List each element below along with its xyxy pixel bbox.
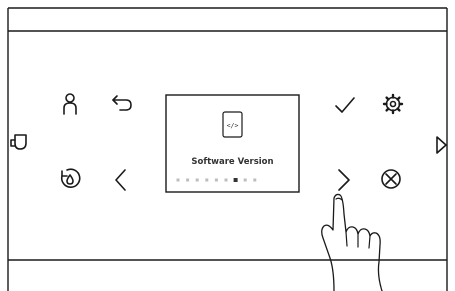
code-glyph: </> (227, 122, 239, 130)
pointing-hand (321, 193, 383, 291)
page-dot (253, 178, 257, 182)
chevron-left-icon[interactable] (115, 169, 126, 191)
profile-icon[interactable] (63, 93, 77, 115)
code-file-icon: </> (222, 111, 243, 138)
back-arrow-icon[interactable] (112, 95, 132, 111)
page-dot (224, 178, 228, 182)
page-dot (205, 178, 209, 182)
panel-frame (7, 7, 448, 291)
page-indicator (176, 178, 257, 182)
page-dot (214, 178, 218, 182)
page-dot (243, 178, 247, 182)
descale-icon[interactable] (60, 168, 81, 188)
play-triangle-icon[interactable] (436, 136, 447, 154)
display-screen: </> Software Version (165, 94, 300, 193)
page-dot (186, 178, 190, 182)
chevron-right-icon[interactable] (338, 169, 350, 191)
control-panel-diagram: </> Software Version (7, 7, 448, 291)
page-dot (176, 178, 180, 182)
checkmark-icon[interactable] (335, 97, 355, 113)
cup-icon[interactable] (10, 134, 27, 150)
gear-icon[interactable] (382, 93, 404, 115)
screen-label: Software Version (191, 157, 273, 167)
page-dot (195, 178, 199, 182)
page-dot (233, 178, 238, 182)
cancel-circle-x-icon[interactable] (381, 169, 401, 189)
